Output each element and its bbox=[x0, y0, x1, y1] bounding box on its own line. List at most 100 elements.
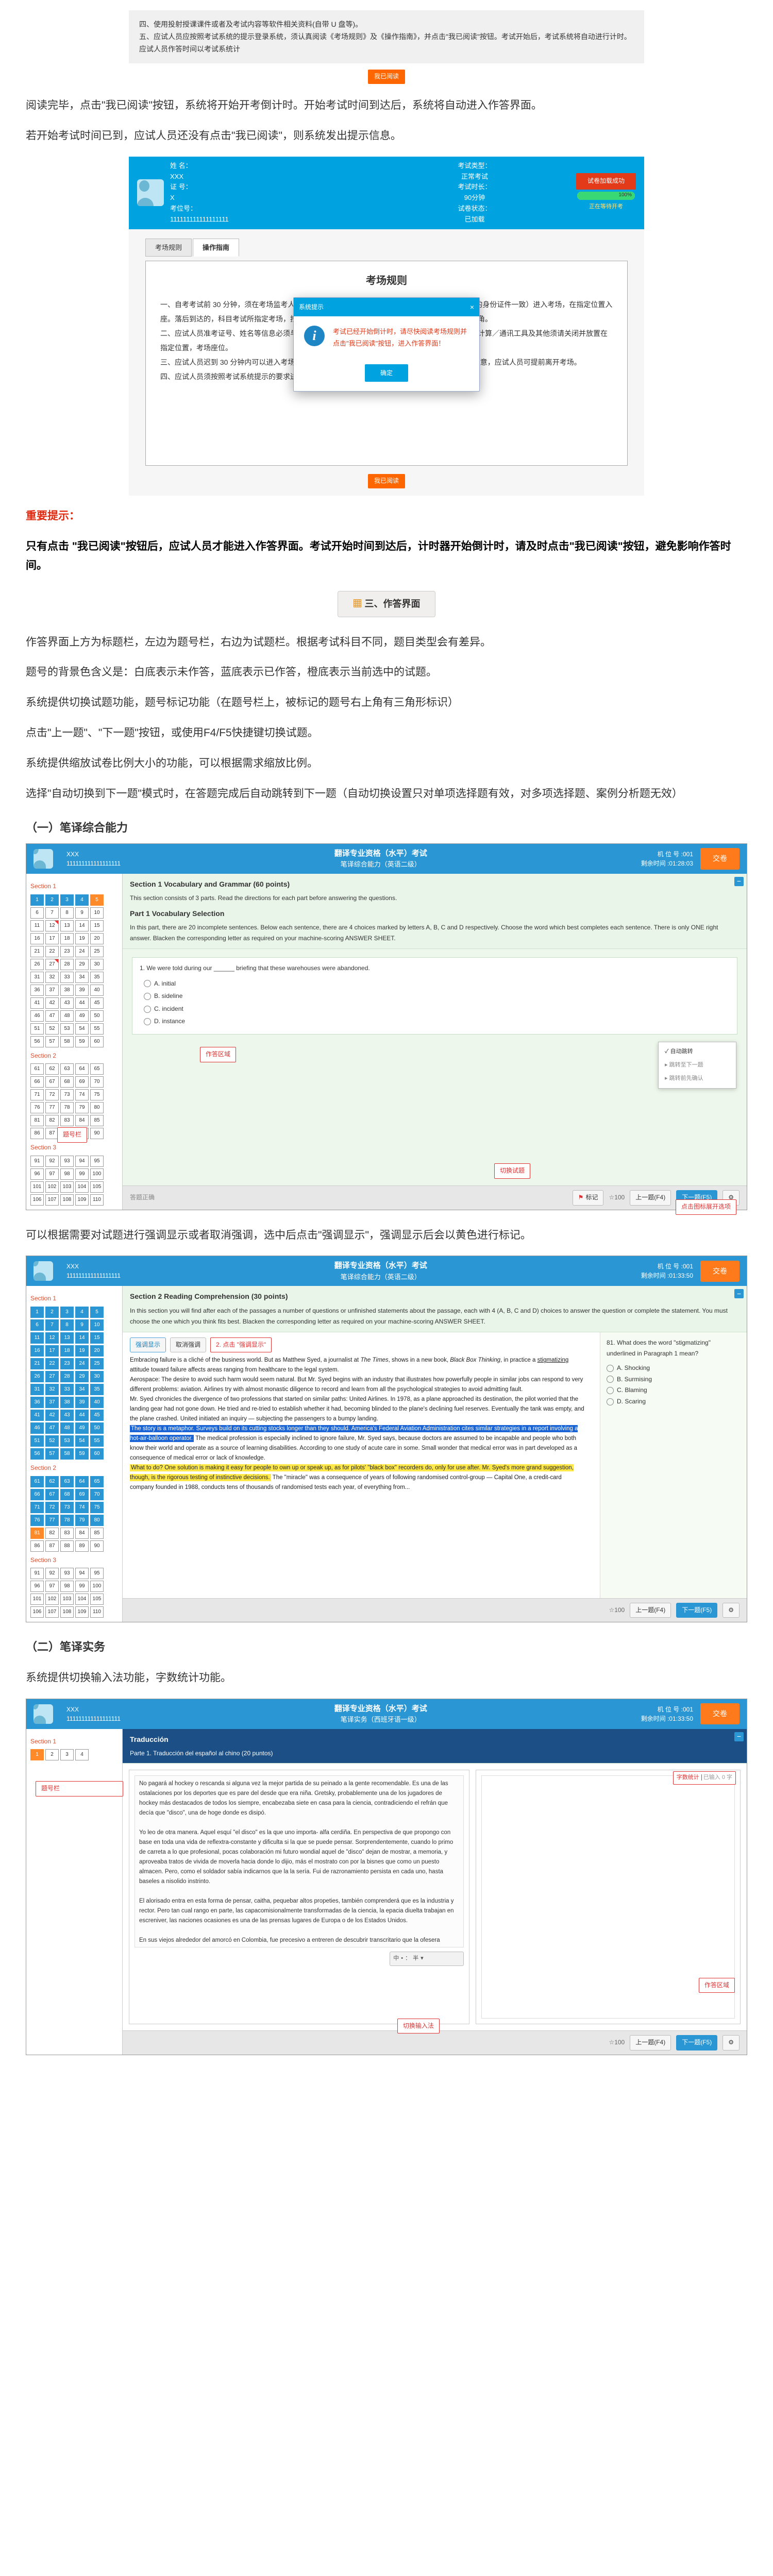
nav-cell[interactable]: 79 bbox=[75, 1102, 89, 1113]
nav-cell[interactable]: 14 bbox=[75, 920, 89, 931]
nav-cell[interactable]: 80 bbox=[90, 1515, 104, 1526]
nav-cell[interactable]: 12 bbox=[45, 1332, 59, 1344]
nav-cell[interactable]: 29 bbox=[75, 959, 89, 970]
nav-cell[interactable]: 47 bbox=[45, 1422, 59, 1434]
nav-cell[interactable]: 15 bbox=[90, 920, 104, 931]
nav-cell[interactable]: 69 bbox=[75, 1076, 89, 1088]
nav-cell[interactable]: 26 bbox=[30, 1371, 44, 1382]
nav-cell[interactable]: 73 bbox=[60, 1502, 74, 1513]
nav-cell[interactable]: 77 bbox=[45, 1102, 59, 1113]
nav-cell[interactable]: 92 bbox=[45, 1156, 59, 1167]
nav-cell[interactable]: 51 bbox=[30, 1023, 44, 1035]
nav-cell[interactable]: 19 bbox=[75, 933, 89, 944]
nav-cell[interactable]: 54 bbox=[75, 1023, 89, 1035]
nav-cell[interactable]: 57 bbox=[45, 1448, 59, 1460]
nav-cell[interactable]: 71 bbox=[30, 1089, 44, 1100]
nav-cell[interactable]: 82 bbox=[45, 1528, 59, 1539]
ime-lang-icon[interactable]: 中 bbox=[393, 1954, 399, 1964]
close-icon[interactable]: × bbox=[470, 300, 474, 314]
nav-cell[interactable]: 36 bbox=[30, 1397, 44, 1408]
nav-cell[interactable]: 55 bbox=[90, 1023, 104, 1035]
nav-cell[interactable]: 46 bbox=[30, 1422, 44, 1434]
nav-cell[interactable]: 53 bbox=[60, 1435, 74, 1447]
nav-cell[interactable]: 4 bbox=[75, 1749, 89, 1760]
nav-cell[interactable]: 80 bbox=[90, 1102, 104, 1113]
nav-cell[interactable]: 25 bbox=[90, 1358, 104, 1369]
nav-cell[interactable]: 108 bbox=[60, 1194, 74, 1206]
answer-textarea[interactable] bbox=[481, 1775, 735, 2019]
nav-cell[interactable]: 51 bbox=[30, 1435, 44, 1447]
mark-button[interactable]: ⚑标记 bbox=[573, 1190, 604, 1206]
nav-cell[interactable]: 86 bbox=[30, 1540, 44, 1552]
nav-cell[interactable]: 66 bbox=[30, 1076, 44, 1088]
nav-cell[interactable]: 24 bbox=[75, 946, 89, 957]
submit-button[interactable]: 交卷 bbox=[700, 1261, 740, 1282]
nav-cell[interactable]: 83 bbox=[60, 1115, 74, 1126]
nav-cell[interactable]: 22 bbox=[45, 1358, 59, 1369]
prev-button[interactable]: 上一题(F4) bbox=[630, 1190, 671, 1206]
nav-cell[interactable]: 65 bbox=[90, 1063, 104, 1075]
nav-cell[interactable]: 14 bbox=[75, 1332, 89, 1344]
nav-cell[interactable]: 55 bbox=[90, 1435, 104, 1447]
nav-cell[interactable]: 77 bbox=[45, 1515, 59, 1526]
nav-cell[interactable]: 105 bbox=[90, 1594, 104, 1605]
nav-cell[interactable]: 34 bbox=[75, 1384, 89, 1395]
nav-cell[interactable]: 23 bbox=[60, 1358, 74, 1369]
nav-cell[interactable]: 65 bbox=[90, 1476, 104, 1487]
nav-cell[interactable]: 2 bbox=[45, 1749, 59, 1760]
nav-cell[interactable]: 4 bbox=[75, 1307, 89, 1318]
read-confirm-button[interactable]: 我已阅读 bbox=[368, 474, 405, 488]
nav-cell[interactable]: 85 bbox=[90, 1115, 104, 1126]
nav-cell[interactable]: 84 bbox=[75, 1528, 89, 1539]
collapse-icon[interactable]: − bbox=[734, 1289, 744, 1298]
nav-cell[interactable]: 39 bbox=[75, 1397, 89, 1408]
nav-cell[interactable]: 94 bbox=[75, 1568, 89, 1579]
nav-cell[interactable]: 39 bbox=[75, 985, 89, 996]
nav-cell[interactable]: 52 bbox=[45, 1435, 59, 1447]
submit-button[interactable]: 交卷 bbox=[700, 1703, 740, 1724]
nav-cell[interactable]: 32 bbox=[45, 1384, 59, 1395]
read-confirm-button[interactable]: 我已阅读 bbox=[368, 70, 405, 84]
nav-cell[interactable]: 63 bbox=[60, 1063, 74, 1075]
nav-cell[interactable]: 62 bbox=[45, 1476, 59, 1487]
nav-cell[interactable]: 97 bbox=[45, 1581, 59, 1592]
nav-cell[interactable]: 7 bbox=[45, 1319, 59, 1331]
nav-cell[interactable]: 7 bbox=[45, 907, 59, 919]
nav-cell[interactable]: 106 bbox=[30, 1194, 44, 1206]
nav-cell[interactable]: 18 bbox=[60, 1345, 74, 1357]
nav-cell[interactable]: 34 bbox=[75, 972, 89, 983]
cancel-emphasize-button[interactable]: 取消强调 bbox=[170, 1337, 206, 1353]
nav-cell[interactable]: 8 bbox=[60, 907, 74, 919]
nav-cell[interactable]: 2 bbox=[45, 894, 59, 906]
nav-cell[interactable]: 110 bbox=[90, 1194, 104, 1206]
nav-cell[interactable]: 104 bbox=[75, 1181, 89, 1193]
tab-rules[interactable]: 考场规则 bbox=[145, 239, 192, 257]
nav-cell[interactable]: 105 bbox=[90, 1181, 104, 1193]
ime-toolbar[interactable]: 中 •：半▾ bbox=[390, 1952, 464, 1966]
nav-cell[interactable]: 58 bbox=[60, 1036, 74, 1047]
nav-cell[interactable]: 78 bbox=[60, 1515, 74, 1526]
option[interactable]: B. Surmising bbox=[607, 1374, 741, 1385]
nav-cell[interactable]: 78 bbox=[60, 1102, 74, 1113]
nav-cell[interactable]: 45 bbox=[90, 997, 104, 1009]
nav-cell[interactable]: 27 bbox=[45, 959, 59, 970]
settings-icon[interactable]: ⚙ bbox=[722, 2035, 740, 2050]
nav-cell[interactable]: 47 bbox=[45, 1010, 59, 1022]
option[interactable]: A. initial bbox=[144, 978, 730, 990]
nav-cell[interactable]: 102 bbox=[45, 1594, 59, 1605]
nav-cell[interactable]: 27 bbox=[45, 1371, 59, 1382]
nav-cell[interactable]: 10 bbox=[90, 1319, 104, 1331]
nav-cell[interactable]: 35 bbox=[90, 1384, 104, 1395]
nav-cell[interactable]: 70 bbox=[90, 1489, 104, 1500]
nav-cell[interactable]: 3 bbox=[60, 894, 74, 906]
nav-cell[interactable]: 44 bbox=[75, 997, 89, 1009]
nav-cell[interactable]: 1 bbox=[30, 1307, 44, 1318]
modal-ok-button[interactable]: 确定 bbox=[365, 364, 408, 382]
nav-cell[interactable]: 13 bbox=[60, 1332, 74, 1344]
nav-cell[interactable]: 96 bbox=[30, 1581, 44, 1592]
nav-cell[interactable]: 41 bbox=[30, 1410, 44, 1421]
nav-cell[interactable]: 50 bbox=[90, 1422, 104, 1434]
next-button[interactable]: 下一题(F5) bbox=[676, 1603, 717, 1618]
nav-cell[interactable]: 54 bbox=[75, 1435, 89, 1447]
nav-cell[interactable]: 1 bbox=[30, 894, 44, 906]
